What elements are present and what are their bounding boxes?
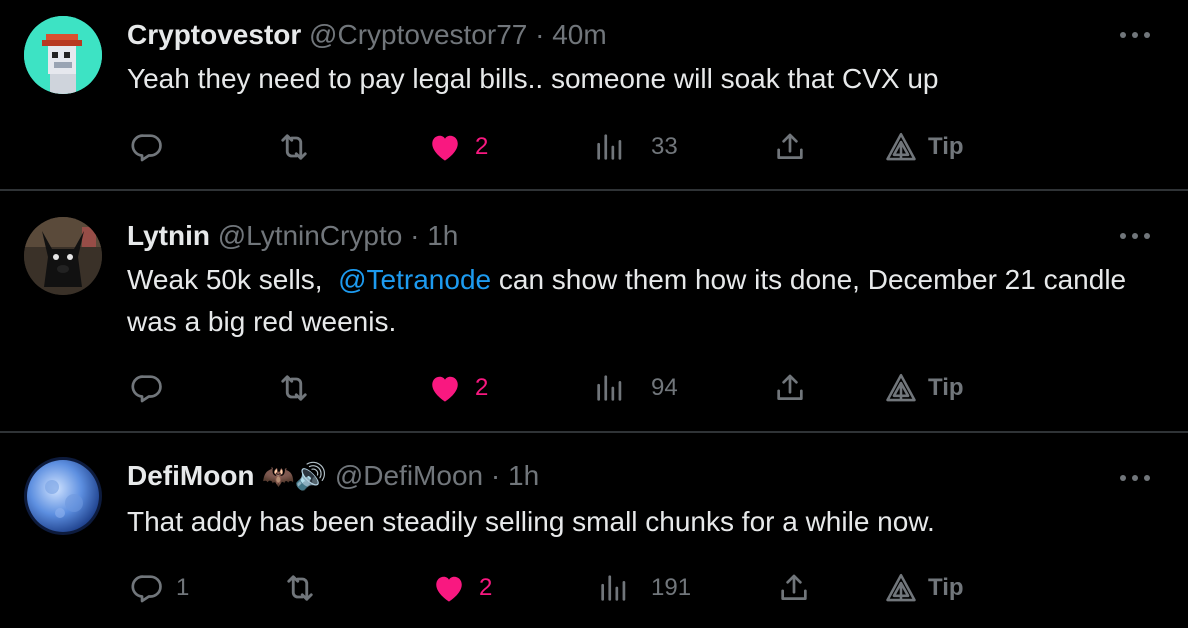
like-button[interactable]: 2 bbox=[427, 127, 488, 167]
timestamp[interactable]: 1h bbox=[427, 220, 458, 251]
pixel-art-avatar-icon[interactable] bbox=[24, 16, 102, 94]
tip-label: Tip bbox=[928, 374, 964, 401]
share-button[interactable] bbox=[773, 127, 807, 167]
share-button[interactable] bbox=[773, 368, 807, 408]
tweet-text: Yeah they need to pay legal bills.. some… bbox=[127, 63, 939, 94]
like-button[interactable]: 2 bbox=[427, 368, 488, 408]
retweet-button[interactable] bbox=[282, 568, 318, 608]
more-options-icon[interactable] bbox=[1118, 231, 1152, 241]
views-button[interactable]: 94 bbox=[593, 368, 678, 408]
reply-button[interactable] bbox=[130, 368, 176, 408]
retweet-button[interactable] bbox=[276, 127, 312, 167]
tweet-text-segment: Weak 50k sells, bbox=[127, 264, 339, 295]
heart-icon bbox=[427, 129, 463, 165]
name-emoji: 🦇🔊 bbox=[262, 461, 328, 491]
separator-dot: · bbox=[535, 19, 545, 50]
tweet[interactable]: Lytnin @LytninCrypto · 1h Weak 50k sells… bbox=[0, 191, 1188, 431]
views-icon bbox=[593, 130, 627, 164]
display-name[interactable]: Lytnin bbox=[127, 220, 210, 251]
retweet-icon bbox=[282, 570, 318, 606]
tweet-actions: 1 2 191 Tip bbox=[0, 568, 1188, 608]
share-icon bbox=[777, 571, 811, 605]
separator-dot: · bbox=[410, 220, 420, 251]
retweet-icon bbox=[276, 370, 312, 406]
view-count: 191 bbox=[651, 574, 692, 601]
tip-button[interactable]: Tip bbox=[884, 568, 964, 608]
like-count: 2 bbox=[479, 574, 493, 601]
user-handle[interactable]: @DefiMoon bbox=[335, 460, 483, 491]
mention-link[interactable]: @Tetranode bbox=[338, 264, 491, 295]
more-options-icon[interactable] bbox=[1118, 30, 1152, 40]
tip-icon bbox=[884, 130, 918, 164]
tweet-actions: 2 33 Tip bbox=[0, 127, 1188, 167]
tweet-actions: 2 94 Tip bbox=[0, 368, 1188, 408]
tweet[interactable]: Cryptovestor @Cryptovestor77 · 40m Yeah … bbox=[0, 0, 1188, 190]
views-button[interactable]: 33 bbox=[593, 127, 678, 167]
tip-icon bbox=[884, 371, 918, 405]
reply-button[interactable]: 1 bbox=[130, 568, 189, 608]
reply-count: 1 bbox=[176, 574, 190, 601]
views-button[interactable]: 191 bbox=[597, 568, 691, 608]
views-icon bbox=[597, 571, 631, 605]
reply-icon bbox=[130, 371, 164, 405]
share-icon bbox=[773, 371, 807, 405]
tip-icon bbox=[884, 571, 918, 605]
user-handle[interactable]: @Cryptovestor77 bbox=[309, 19, 527, 50]
tweet[interactable]: DefiMoon 🦇🔊 @DefiMoon · 1h That addy has… bbox=[0, 433, 1188, 628]
display-name[interactable]: Cryptovestor bbox=[127, 19, 301, 50]
like-count: 2 bbox=[475, 374, 489, 401]
share-icon bbox=[773, 130, 807, 164]
views-icon bbox=[593, 371, 627, 405]
tweet-text: That addy has been steadily selling smal… bbox=[127, 506, 935, 537]
retweet-icon bbox=[276, 129, 312, 165]
tip-label: Tip bbox=[928, 133, 964, 160]
more-options-icon[interactable] bbox=[1118, 473, 1152, 483]
separator-dot: · bbox=[490, 460, 501, 491]
dark-creature-avatar-icon[interactable] bbox=[24, 217, 102, 295]
tip-button[interactable]: Tip bbox=[884, 368, 964, 408]
tip-button[interactable]: Tip bbox=[884, 127, 964, 167]
reply-icon bbox=[130, 571, 164, 605]
tip-label: Tip bbox=[928, 574, 964, 601]
heart-icon bbox=[427, 370, 463, 406]
reply-icon bbox=[130, 130, 164, 164]
like-count: 2 bbox=[475, 133, 489, 160]
tweet-text: Weak 50k sells, @Tetranode can show them… bbox=[127, 259, 1157, 343]
share-button[interactable] bbox=[777, 568, 811, 608]
moon-avatar-icon[interactable] bbox=[24, 457, 102, 535]
view-count: 94 bbox=[651, 374, 678, 401]
retweet-button[interactable] bbox=[276, 368, 312, 408]
reply-button[interactable] bbox=[130, 127, 176, 167]
like-button[interactable]: 2 bbox=[431, 568, 492, 608]
view-count: 33 bbox=[651, 133, 678, 160]
timestamp[interactable]: 1h bbox=[508, 460, 539, 491]
display-name[interactable]: DefiMoon bbox=[127, 460, 255, 491]
user-handle[interactable]: @LytninCrypto bbox=[218, 220, 403, 251]
timestamp[interactable]: 40m bbox=[552, 19, 606, 50]
heart-icon bbox=[431, 570, 467, 606]
